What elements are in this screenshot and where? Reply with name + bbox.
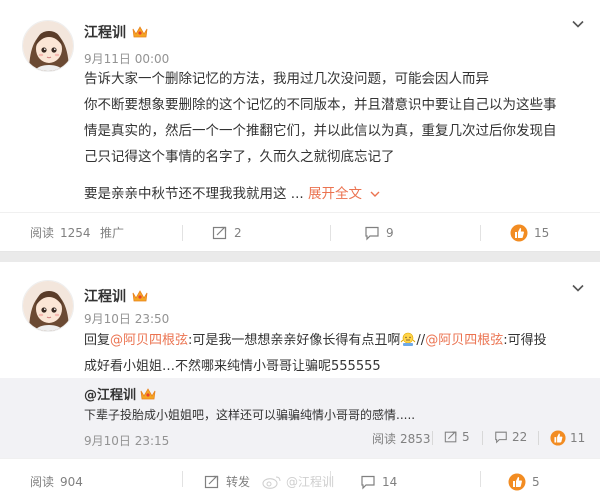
comment-button[interactable]: 9 <box>364 225 394 241</box>
avatar[interactable] <box>22 280 74 332</box>
username-text[interactable]: 江程训 <box>84 286 126 306</box>
post-stats-bar: 阅读 904 转发 14 5 @江程训 <box>0 458 600 504</box>
reply-prefix: 回复 <box>84 333 111 348</box>
quoted-like-button[interactable]: 11 <box>550 430 585 446</box>
post-line: 成好看小姐姐…不然哪来纯情小哥哥让骗呢555555 <box>84 359 381 374</box>
post-line: 要是亲亲中秋节还不理我我就用这 ... <box>84 186 304 202</box>
quoted-read-count: 阅读 2853 <box>372 431 431 447</box>
post-card-2: 江程训 9月10日 23:50 回复@阿贝四根弦:可是我一想想亲亲好像长得有点丑… <box>0 262 600 504</box>
post-card-1: 江程训 9月11日 00:00 告诉大家一个删除记忆的方法，我用过几次没问题，可… <box>0 0 600 252</box>
post-time[interactable]: 9月10日 23:50 <box>84 310 169 327</box>
post-line: 回复@阿贝四根弦:可是我一想想亲亲好像长得有点丑啊//@阿贝四根弦:可得投 <box>84 328 578 354</box>
quoted-post[interactable]: @江程训 下辈子投胎成小姐姐吧，这样还可以骗骗纯情小哥哥的感情..... 9月1… <box>0 378 600 458</box>
repost-button[interactable]: 转发 <box>204 473 250 490</box>
post-stats-bar: 阅读 1254 推广 2 9 15 <box>0 212 600 252</box>
comment-icon <box>361 475 375 489</box>
post-line: 己只记得这个事情的名字了，久而久之就彻底忘记了 <box>84 149 395 165</box>
chevron-down-icon[interactable] <box>572 282 584 294</box>
divider <box>330 225 331 241</box>
quoted-repost-button[interactable]: 5 <box>444 430 470 444</box>
watermark: @江程训 <box>262 473 334 490</box>
username-text[interactable]: 江程训 <box>84 22 126 42</box>
comment-button[interactable]: 14 <box>360 474 397 490</box>
repost-icon <box>204 475 219 488</box>
expand-link[interactable]: 展开全文 <box>308 186 380 202</box>
like-button[interactable]: 15 <box>510 224 549 242</box>
quoted-text: 下辈子投胎成小姐姐吧，这样还可以骗骗纯情小哥哥的感情..... <box>84 408 416 422</box>
crown-badge-icon <box>132 25 148 39</box>
divider <box>480 471 481 487</box>
like-icon <box>508 473 526 490</box>
post-body: 告诉大家一个删除记忆的方法，我用过几次没问题，可能会因人而异 你不断要想象要删除… <box>84 66 578 170</box>
promote-button[interactable]: 推广 <box>100 224 124 241</box>
repost-icon <box>444 431 457 443</box>
repost-button[interactable]: 2 <box>212 225 242 241</box>
reply-text: :可是我一想想亲亲好像长得有点丑啊 <box>188 333 401 348</box>
divider <box>182 225 183 241</box>
crown-badge-icon <box>132 289 148 303</box>
chevron-down-icon <box>370 191 380 197</box>
comment-icon <box>495 431 507 444</box>
crown-badge-icon <box>140 387 156 401</box>
chevron-down-icon[interactable] <box>572 18 584 30</box>
quoted-time[interactable]: 9月10日 23:15 <box>84 432 169 449</box>
like-icon <box>510 224 528 241</box>
post-line: 你不断要想象要删除的这个记忆的不同版本，并且潜意识中要让自己以为这些事 <box>84 97 557 113</box>
like-icon <box>550 430 566 446</box>
post-time[interactable]: 9月11日 00:00 <box>84 50 169 67</box>
read-count: 阅读 1254 <box>30 225 91 241</box>
post-body-tail: 要是亲亲中秋节还不理我我就用这 ... 展开全文 <box>84 181 578 207</box>
divider <box>480 225 481 241</box>
read-count: 阅读 904 <box>30 474 83 490</box>
reply-text: :可得投 <box>503 333 547 348</box>
post-line: 情是真实的，然后一个一个推翻它们，并以此信以为真，重复几次过后你发现自 <box>84 123 557 139</box>
shrug-emoji-icon <box>401 332 416 346</box>
post-line: 告诉大家一个删除记忆的方法，我用过几次没问题，可能会因人而异 <box>84 71 489 87</box>
divider <box>182 471 183 487</box>
avatar[interactable] <box>22 20 74 72</box>
quoted-username[interactable]: @江程训 <box>84 384 156 403</box>
divider <box>482 431 483 445</box>
comment-icon <box>365 226 379 240</box>
like-button[interactable]: 5 <box>508 473 540 491</box>
divider <box>538 431 539 445</box>
repost-icon <box>212 226 227 239</box>
post-body: 回复@阿贝四根弦:可是我一想想亲亲好像长得有点丑啊//@阿贝四根弦:可得投 成好… <box>84 328 578 380</box>
quoted-comment-button[interactable]: 22 <box>494 430 527 444</box>
mention-link[interactable]: @阿贝四根弦 <box>110 333 188 348</box>
mention-link[interactable]: @阿贝四根弦 <box>425 333 503 348</box>
post-username[interactable]: 江程训 <box>84 286 148 306</box>
separator: // <box>416 333 426 348</box>
weibo-logo-icon <box>262 476 281 489</box>
divider <box>432 431 433 445</box>
post-username[interactable]: 江程训 <box>84 22 148 42</box>
